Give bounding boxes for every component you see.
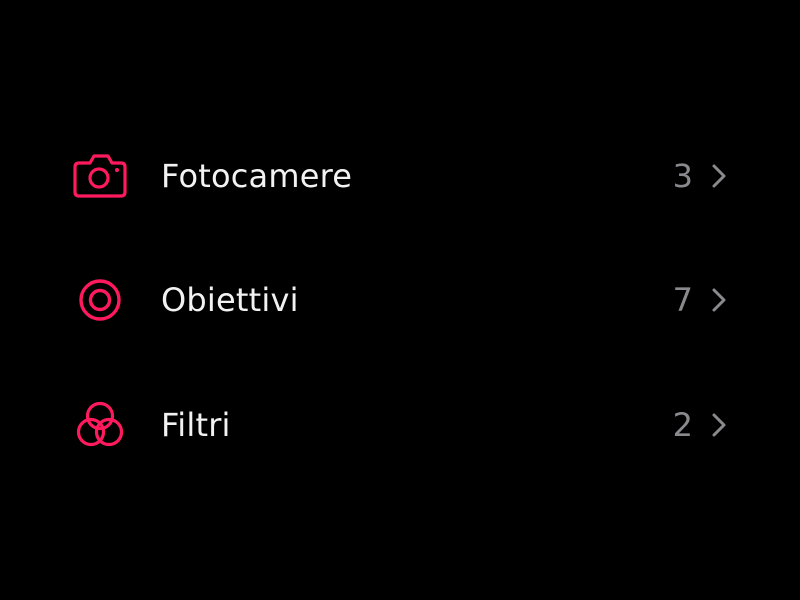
category-label: Filtri — [161, 406, 231, 444]
category-count: 7 — [672, 281, 693, 319]
category-row-filtri[interactable]: Filtri 2 — [70, 389, 735, 461]
lens-icon — [70, 270, 130, 330]
category-row-fotocamere[interactable]: Fotocamere 3 — [70, 140, 735, 212]
chevron-right-icon — [711, 163, 727, 189]
category-count: 3 — [672, 157, 693, 195]
chevron-right-icon — [711, 287, 727, 313]
category-row-obiettivi[interactable]: Obiettivi 7 — [70, 264, 735, 336]
category-label: Obiettivi — [161, 281, 299, 319]
category-list: Fotocamere 3 Obiettivi 7 Filtri 2 — [0, 0, 800, 600]
category-count: 2 — [672, 406, 693, 444]
chevron-right-icon — [711, 412, 727, 438]
filters-icon — [70, 395, 130, 455]
category-label: Fotocamere — [161, 157, 353, 195]
camera-icon — [70, 146, 130, 206]
